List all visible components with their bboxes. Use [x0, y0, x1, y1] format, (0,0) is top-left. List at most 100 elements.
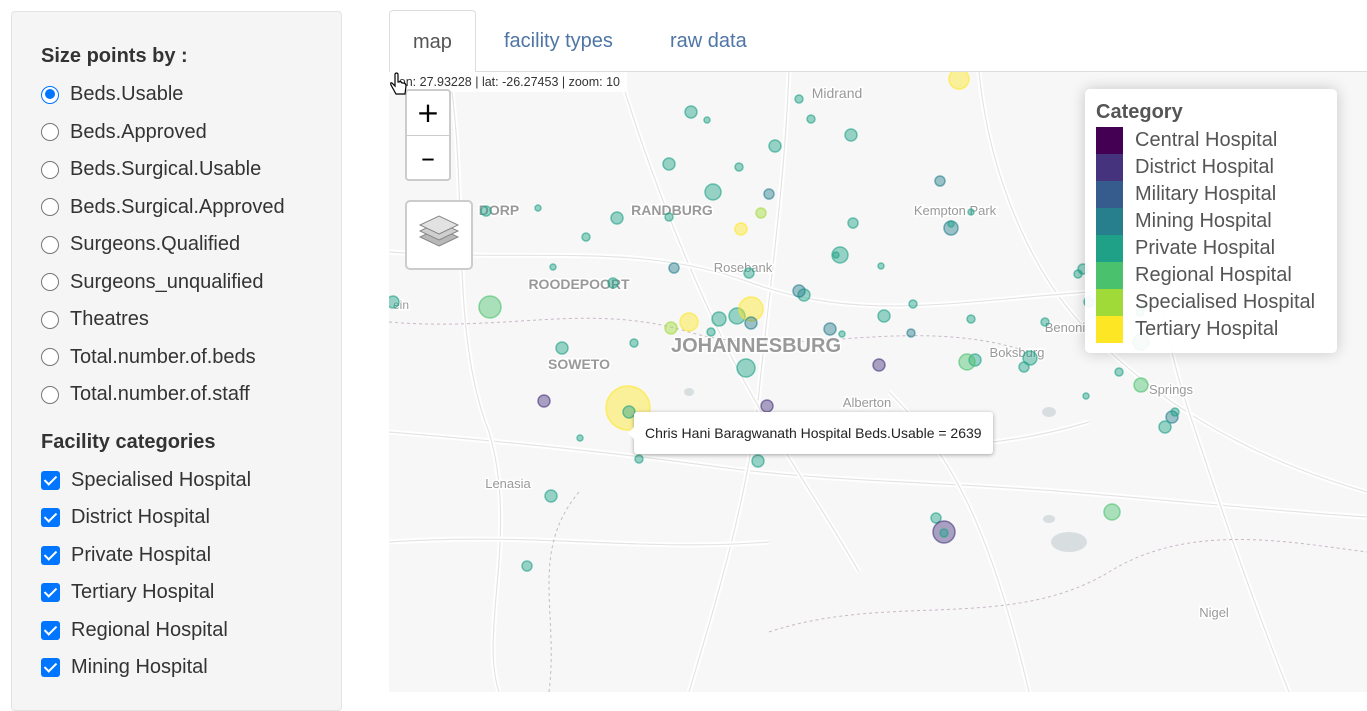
radio-button[interactable] [41, 385, 59, 404]
category-option[interactable]: District Hospital [41, 499, 312, 537]
hospital-marker[interactable] [581, 232, 591, 242]
tab-raw-data[interactable]: raw data [647, 10, 770, 72]
size-option[interactable]: Surgeons_unqualified [41, 264, 312, 302]
hospital-marker[interactable] [823, 322, 837, 336]
hospital-marker[interactable] [555, 341, 569, 355]
hospital-marker[interactable] [704, 183, 722, 201]
hospital-marker[interactable] [838, 330, 846, 338]
hospital-marker[interactable] [1082, 392, 1090, 400]
hospital-marker[interactable] [534, 204, 542, 212]
category-option[interactable]: Tertiary Hospital [41, 574, 312, 612]
zoom-out-button[interactable]: – [407, 136, 449, 179]
size-option[interactable]: Theatres [41, 301, 312, 339]
hospital-marker[interactable] [537, 394, 551, 408]
tab-map[interactable]: map [389, 10, 476, 73]
hospital-marker[interactable] [763, 188, 775, 200]
hospital-marker[interactable] [734, 162, 744, 172]
hospital-marker[interactable] [947, 220, 955, 228]
hospital-marker[interactable] [734, 222, 748, 236]
checkbox[interactable] [41, 620, 60, 640]
hospital-marker[interactable] [948, 72, 970, 90]
hospital-marker[interactable] [906, 328, 916, 338]
hospital-marker[interactable] [703, 116, 711, 124]
hospital-marker[interactable] [736, 358, 756, 378]
hospital-marker[interactable] [610, 211, 624, 225]
category-option[interactable]: Private Hospital [41, 537, 312, 575]
hospital-marker[interactable] [1073, 269, 1083, 279]
radio-button[interactable] [41, 85, 59, 104]
category-option[interactable]: Regional Hospital [41, 612, 312, 650]
hospital-marker[interactable] [629, 338, 639, 348]
hospital-marker[interactable] [711, 311, 727, 327]
hospital-marker[interactable] [1022, 350, 1038, 366]
hospital-marker[interactable] [844, 128, 858, 142]
radio-button[interactable] [41, 123, 59, 142]
checkbox[interactable] [41, 658, 60, 678]
hospital-marker[interactable] [768, 139, 782, 153]
hospital-marker[interactable] [908, 299, 918, 309]
hospital-marker[interactable] [668, 262, 680, 274]
hospital-marker[interactable] [576, 434, 584, 442]
hospital-marker[interactable] [521, 560, 533, 572]
hospital-marker[interactable] [847, 217, 859, 229]
hospital-marker[interactable] [480, 205, 492, 217]
hospital-marker[interactable] [544, 489, 558, 503]
hospital-marker[interactable] [832, 251, 840, 259]
hospital-marker[interactable] [958, 353, 976, 371]
hospital-marker[interactable] [478, 295, 502, 319]
hospital-marker[interactable] [1158, 420, 1172, 434]
hospital-marker[interactable] [549, 263, 557, 271]
size-option[interactable]: Beds.Usable [41, 76, 312, 114]
hospital-marker[interactable] [664, 321, 678, 335]
size-option[interactable]: Surgeons.Qualified [41, 226, 312, 264]
tab-facility-types[interactable]: facility types [481, 10, 636, 72]
hospital-marker[interactable] [389, 295, 400, 309]
size-option[interactable]: Beds.Approved [41, 114, 312, 152]
hospital-marker[interactable] [684, 105, 698, 119]
hospital-marker[interactable] [794, 94, 804, 104]
category-option[interactable]: Specialised Hospital [41, 462, 312, 500]
checkbox[interactable] [41, 508, 60, 528]
hospital-marker[interactable] [743, 267, 755, 279]
radio-button[interactable] [41, 273, 59, 292]
hospital-marker[interactable] [706, 327, 716, 337]
size-option[interactable]: Total.number.of.staff [41, 376, 312, 414]
hospital-marker[interactable] [664, 212, 674, 222]
zoom-in-button[interactable]: + [407, 91, 449, 136]
radio-button[interactable] [41, 160, 59, 179]
hospital-marker[interactable] [744, 316, 758, 330]
hospital-marker[interactable] [755, 207, 767, 219]
radio-button[interactable] [41, 198, 59, 217]
hospital-marker[interactable] [792, 284, 806, 298]
hospital-marker[interactable] [607, 277, 619, 289]
hospital-marker[interactable] [966, 314, 976, 324]
layers-control-button[interactable] [405, 200, 473, 270]
hospital-marker[interactable] [1114, 367, 1124, 377]
hospital-marker[interactable] [760, 399, 774, 413]
size-option[interactable]: Beds.Surgical.Approved [41, 189, 312, 227]
hospital-marker[interactable] [662, 157, 676, 171]
hospital-marker[interactable] [934, 175, 946, 187]
checkbox[interactable] [41, 583, 60, 603]
size-option[interactable]: Beds.Surgical.Usable [41, 151, 312, 189]
hospital-marker[interactable] [1103, 503, 1121, 521]
size-option[interactable]: Total.number.of.beds [41, 339, 312, 377]
radio-button[interactable] [41, 235, 59, 254]
radio-button[interactable] [41, 310, 59, 329]
hospital-marker[interactable] [806, 114, 816, 124]
hospital-marker[interactable] [1133, 377, 1149, 393]
hospital-marker[interactable] [751, 454, 765, 468]
hospital-marker[interactable] [679, 312, 699, 332]
category-option[interactable]: Mining Hospital [41, 649, 312, 687]
hospital-marker[interactable] [1040, 317, 1050, 327]
hospital-marker[interactable] [634, 454, 644, 464]
hospital-marker[interactable] [877, 309, 891, 323]
radio-button[interactable] [41, 348, 59, 367]
checkbox[interactable] [41, 545, 60, 565]
hospital-marker[interactable] [1170, 407, 1180, 417]
hospital-marker[interactable] [872, 358, 886, 372]
checkbox[interactable] [41, 470, 60, 490]
map-view[interactable]: Midrand RANDBURG Kempton Park Rosebank ROODE… [389, 72, 1367, 692]
hospital-marker[interactable] [939, 528, 949, 538]
hospital-marker[interactable] [967, 208, 975, 216]
